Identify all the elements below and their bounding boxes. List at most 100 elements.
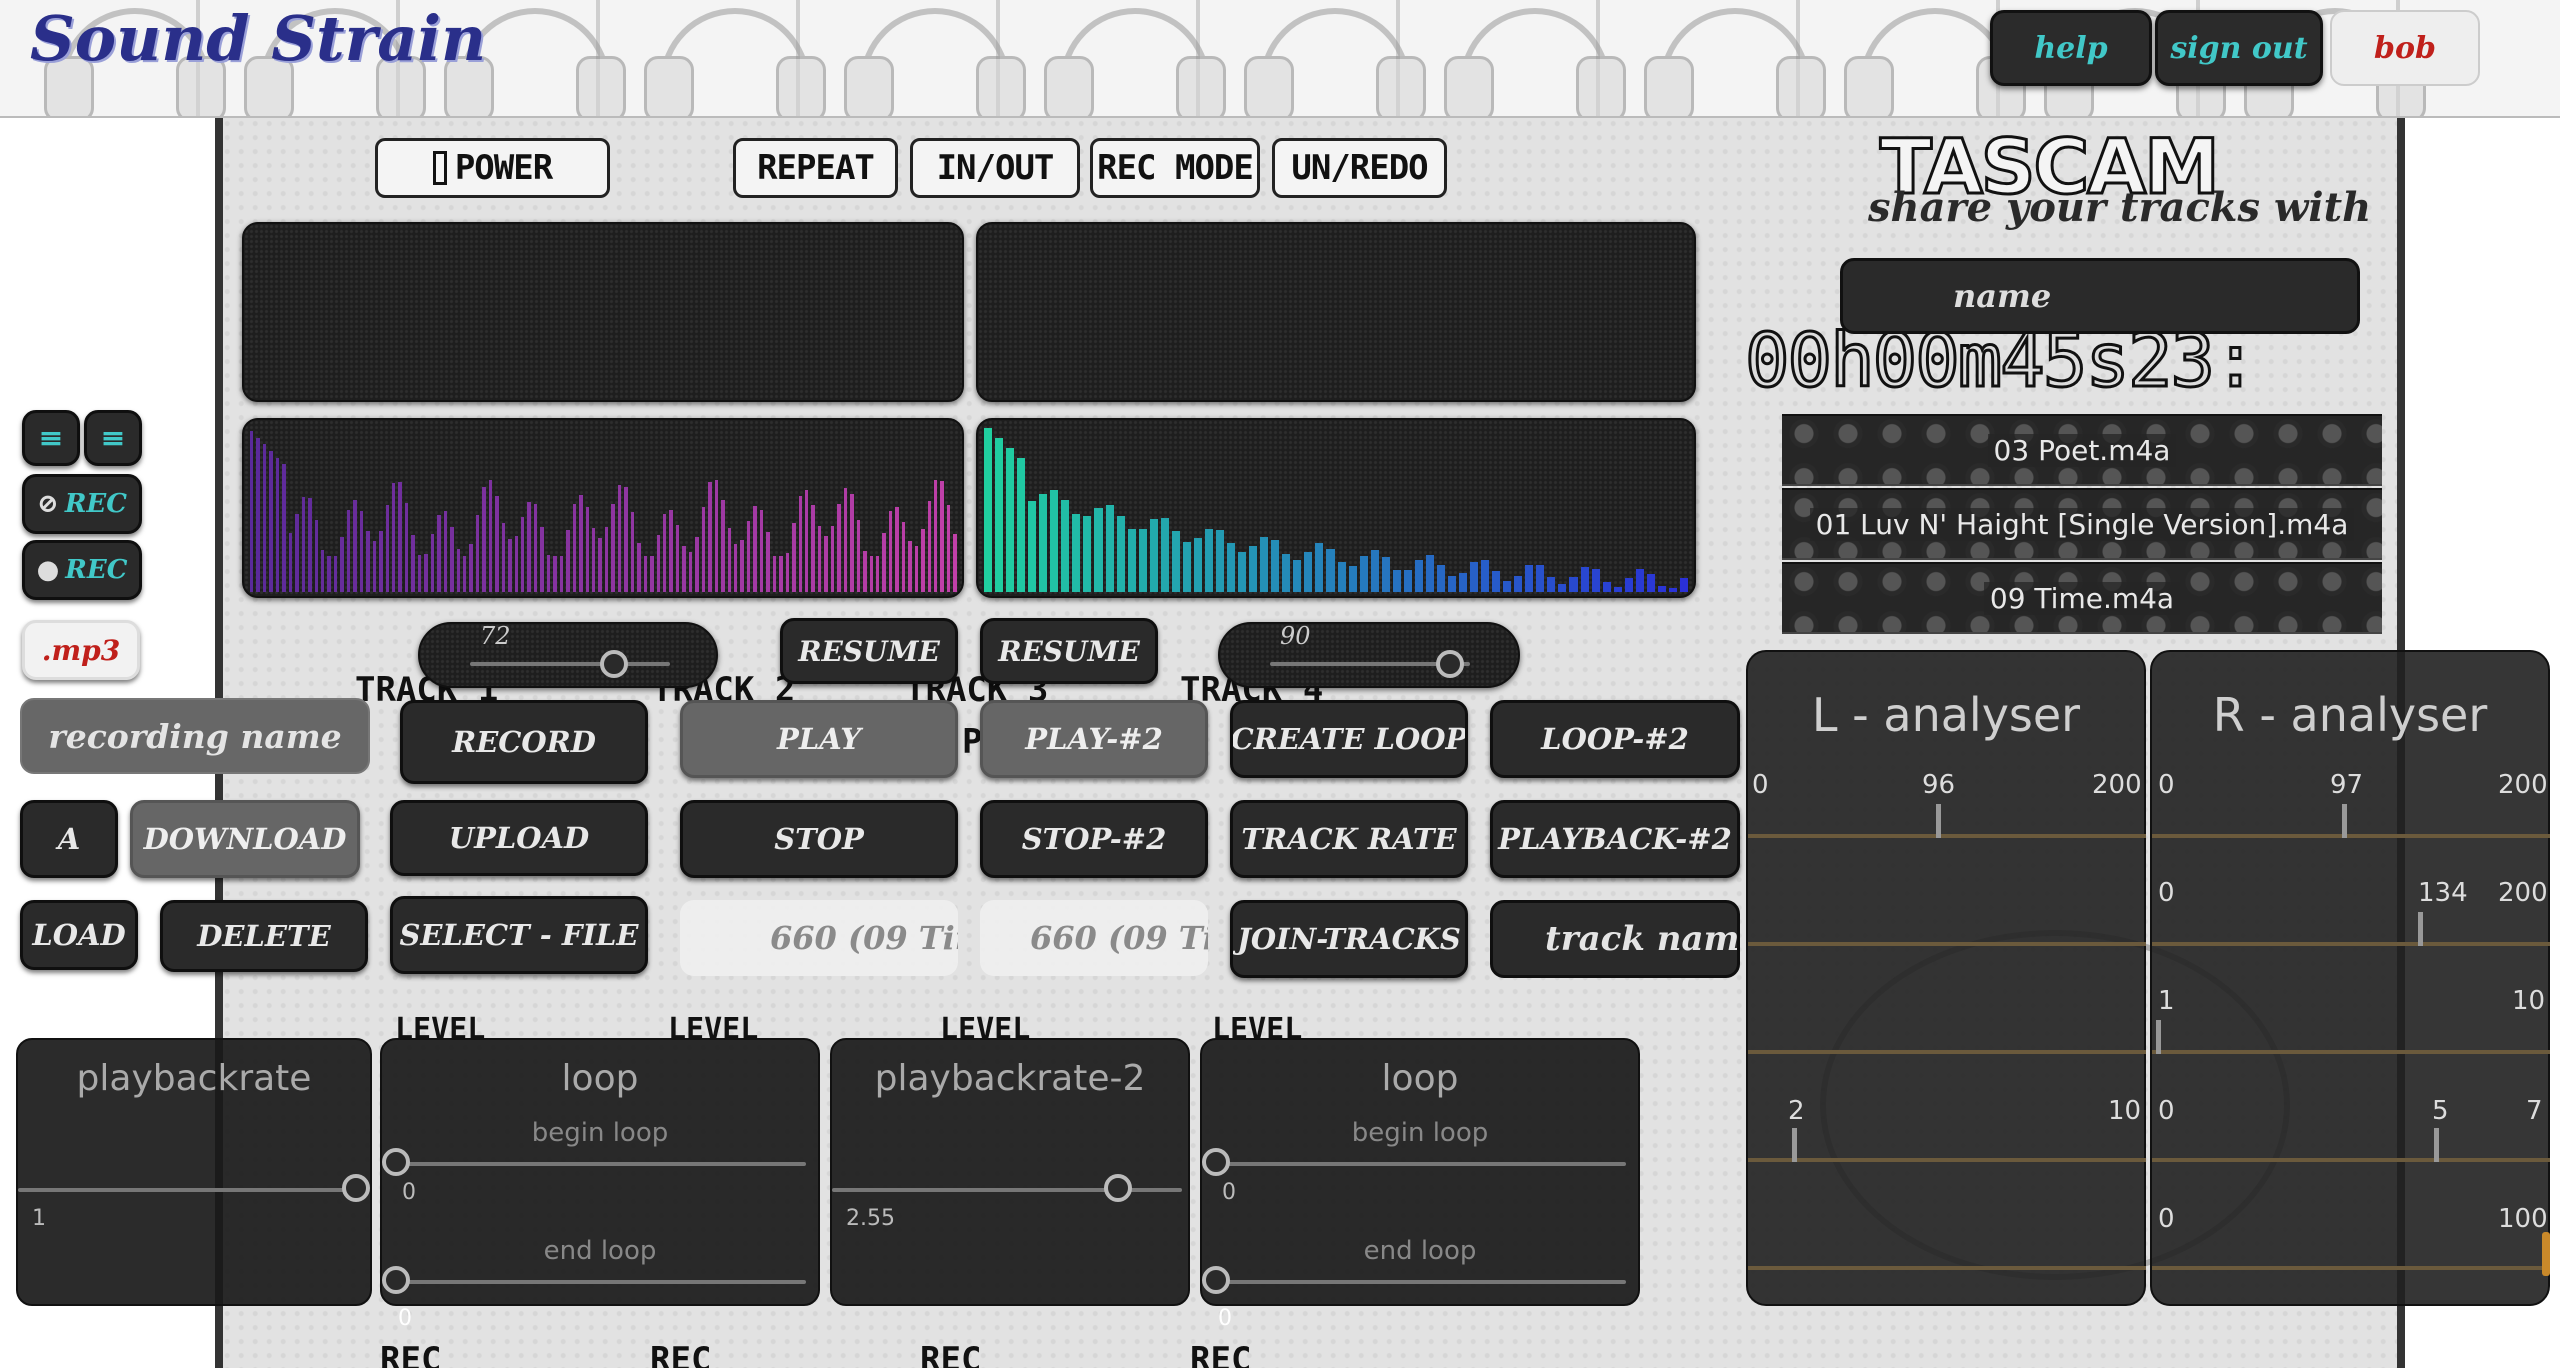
visualizer-bar — [262, 444, 267, 592]
track-name-input[interactable]: track name — [1490, 900, 1740, 978]
help-button[interactable]: help — [1990, 10, 2152, 86]
deck-power-label: POWER — [375, 138, 610, 198]
right-analyser-title: R - analyser — [2212, 688, 2488, 742]
begin-loop-2-slider-thumb[interactable] — [1202, 1148, 1230, 1176]
l-row4-track — [1748, 1158, 2146, 1162]
download-button[interactable]: DOWNLOAD — [130, 800, 360, 878]
share-name-input[interactable]: name — [1840, 258, 2360, 334]
track-rate-button[interactable]: TRACK RATE — [1230, 800, 1468, 878]
r-row1-tick[interactable] — [2342, 804, 2347, 838]
visualizer-bar — [1182, 541, 1191, 592]
r-row2-tick[interactable] — [2418, 912, 2423, 946]
create-loop-button[interactable]: CREATE LOOP — [1230, 700, 1468, 778]
deck-rec3-label: REC — [920, 1340, 982, 1368]
visualizer-bar — [946, 504, 951, 592]
end-loop-2-slider-thumb[interactable] — [1202, 1266, 1230, 1294]
playbackrate-title: playbackrate — [76, 1058, 312, 1099]
visualizer-bar — [675, 525, 680, 592]
visualizer-bar — [1679, 577, 1688, 592]
loop-2-button[interactable]: LOOP-#2 — [1490, 700, 1740, 778]
sign-out-button[interactable]: sign out — [2155, 10, 2323, 86]
playbackrate-2-slider-thumb[interactable] — [1104, 1174, 1132, 1202]
track-list-item[interactable]: 01 Luv N' Haight [Single Version].m4a — [1782, 488, 2382, 560]
frequency-visualizer-2 — [976, 418, 1696, 598]
deck-rec1-label: REC — [380, 1340, 442, 1368]
resume-button-1[interactable]: RESUME — [780, 618, 958, 684]
upload-button[interactable]: UPLOAD — [390, 800, 648, 876]
r-row1-max: 200 — [2498, 770, 2548, 800]
mic-off-icon: ⊘ — [37, 489, 59, 519]
slider-thumb[interactable] — [1436, 650, 1464, 678]
play-button[interactable]: PLAY — [680, 700, 958, 778]
headphones-pattern-icon — [1844, 8, 2026, 116]
visualizer-bar — [1481, 560, 1490, 592]
r-row4-tick[interactable] — [2434, 1128, 2439, 1162]
track-list-item[interactable]: 03 Poet.m4a — [1782, 414, 2382, 486]
l-row4-max: 10 — [2108, 1096, 2142, 1126]
record-mic-on-button[interactable]: ● REC — [22, 540, 142, 600]
play-2-button[interactable]: PLAY-#2 — [980, 700, 1208, 778]
visualizer-bar — [521, 517, 525, 592]
r-row1-value: 97 — [2330, 770, 2364, 800]
end-loop-slider-thumb[interactable] — [382, 1266, 410, 1294]
slider-thumb[interactable] — [600, 650, 628, 678]
select-file-button[interactable]: SELECT - FILE — [390, 896, 648, 974]
stop-button[interactable]: STOP — [680, 800, 958, 878]
visualizer-bar — [1017, 457, 1026, 592]
visualizer-bar — [1171, 530, 1180, 592]
r-row4-min: 0 — [2158, 1096, 2175, 1126]
visualizer-bar — [514, 535, 519, 592]
visualizer-bar — [320, 549, 325, 592]
a-button[interactable]: A — [20, 800, 118, 878]
delete-button[interactable]: DELETE — [160, 900, 368, 972]
track2-volume-slider[interactable]: 90 — [1218, 622, 1520, 688]
file-input-1[interactable]: 660 (09 Time.m — [680, 900, 958, 976]
visualizer-bar — [1249, 545, 1258, 592]
l-row1-track — [1748, 834, 2146, 838]
visualizer-bar — [1315, 543, 1324, 592]
load-button[interactable]: LOAD — [20, 900, 138, 970]
visualizer-bar — [579, 495, 583, 592]
resume-button-2[interactable]: RESUME — [980, 618, 1158, 684]
l-row4-tick[interactable] — [1792, 1128, 1797, 1162]
playbackrate-2-panel: playbackrate-2 2.55 — [830, 1038, 1190, 1306]
playbackrate-value: 1 — [32, 1206, 46, 1231]
playbackrate-slider-thumb[interactable] — [342, 1174, 370, 1202]
record-button[interactable]: RECORD — [400, 700, 648, 784]
visualizer-bar — [462, 555, 467, 592]
r-row5-min: 0 — [2158, 1204, 2175, 1234]
menu-icon[interactable]: ≡ — [22, 410, 80, 466]
r-row4-value: 5 — [2432, 1096, 2449, 1126]
join-tracks-button[interactable]: JOIN-TRACKS — [1230, 900, 1468, 978]
stop-2-button[interactable]: STOP-#2 — [980, 800, 1208, 878]
playback-2-button[interactable]: PLAYBACK-#2 — [1490, 800, 1740, 878]
visualizer-bar — [1525, 564, 1534, 592]
visualizer-bar — [727, 527, 731, 592]
visualizer-bar — [598, 537, 602, 592]
r-row3-tick[interactable] — [2156, 1020, 2161, 1054]
app-logo[interactable]: Sound Strain — [30, 2, 486, 75]
user-button[interactable]: bob — [2330, 10, 2480, 86]
power-switch-icon — [432, 151, 447, 185]
file-input-2[interactable]: 660 (09 Time. — [980, 900, 1208, 976]
l-row1-tick[interactable] — [1936, 804, 1941, 838]
visualizer-bar — [1304, 551, 1313, 592]
deck-inout-label: IN/OUT — [910, 138, 1080, 198]
visualizer-bar — [1414, 559, 1423, 592]
visualizer-bar — [308, 497, 312, 592]
l-row3-track — [1748, 1050, 2146, 1054]
visualizer-bar — [256, 437, 260, 592]
visualizer-bar — [398, 481, 402, 592]
track-list-item[interactable]: 09 Time.m4a — [1782, 562, 2382, 634]
visualizer-bar — [617, 484, 622, 592]
menu-icon[interactable]: ≡ — [84, 410, 142, 466]
r-row5-handle[interactable] — [2542, 1232, 2550, 1276]
mp3-format-button[interactable]: .mp3 — [22, 620, 140, 680]
recording-name-input[interactable]: recording name — [20, 698, 370, 774]
track1-volume-slider[interactable]: 72 — [418, 622, 718, 688]
r-row1-min: 0 — [2158, 770, 2175, 800]
left-analyser-panel: L - analyser 0 96 200 2 10 — [1746, 650, 2146, 1306]
record-mic-off-button[interactable]: ⊘ REC — [22, 474, 142, 534]
visualizer-bar — [1050, 489, 1059, 592]
begin-loop-slider-thumb[interactable] — [382, 1148, 410, 1176]
